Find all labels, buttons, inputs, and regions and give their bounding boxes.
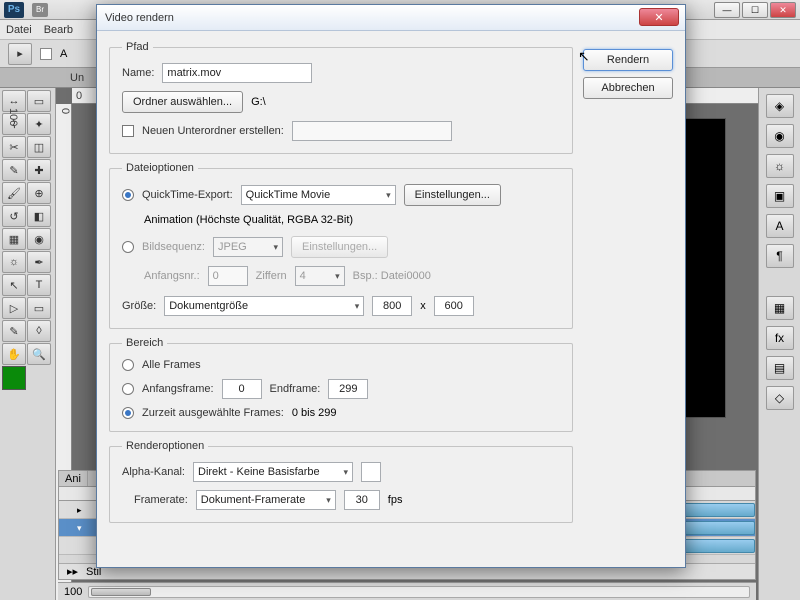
blur-tool-icon[interactable]: ◉: [27, 228, 51, 250]
start-frame-radio[interactable]: [122, 383, 134, 395]
choose-folder-button[interactable]: Ordner auswählen...: [122, 91, 243, 113]
channels-panel-icon[interactable]: ▤: [766, 356, 794, 380]
alpha-label: Alpha-Kanal:: [122, 466, 185, 478]
current-frames-radio[interactable]: [122, 407, 134, 419]
start-frame-label: Anfangsframe:: [142, 383, 214, 395]
render-button[interactable]: Rendern: [583, 49, 673, 71]
all-frames-label: Alle Frames: [142, 359, 201, 371]
zoom-level: 100: [64, 586, 82, 598]
zoom-tool-icon[interactable]: 🔍: [27, 343, 51, 365]
timeline-tab[interactable]: Ani: [59, 471, 88, 486]
size-select[interactable]: Dokumentgröße: [164, 296, 364, 316]
width-input[interactable]: [372, 296, 412, 316]
tool-indicator-icon: ▸: [8, 43, 32, 65]
dialog-title: Video rendern: [105, 12, 174, 24]
pen-tool-icon[interactable]: ✒: [27, 251, 51, 273]
start-number-label: Anfangsnr.:: [144, 270, 200, 282]
subfolder-checkbox[interactable]: [122, 125, 134, 137]
document-tab[interactable]: Un: [70, 72, 84, 84]
cancel-button[interactable]: Abbrechen: [583, 77, 673, 99]
maximize-button[interactable]: ☐: [742, 2, 768, 18]
start-number-input: [208, 266, 248, 286]
range-group: Bereich Alle Frames Anfangsframe: Endfra…: [109, 337, 573, 432]
status-bar: 100: [58, 582, 756, 600]
digits-label: Ziffern: [256, 270, 287, 282]
close-button[interactable]: ✕: [770, 2, 796, 18]
x-separator: x: [420, 300, 426, 312]
wand-tool-icon[interactable]: ✦: [27, 113, 51, 135]
dialog-titlebar[interactable]: Video rendern ✕: [97, 5, 685, 31]
ps-logo-icon: Ps: [4, 2, 24, 18]
layers-panel-icon[interactable]: ◈: [766, 94, 794, 118]
name-input[interactable]: [162, 63, 312, 83]
paths-panel-icon[interactable]: ◇: [766, 386, 794, 410]
sequence-radio[interactable]: [122, 241, 134, 253]
current-frames-value: 0 bis 299: [292, 407, 337, 419]
horizontal-scrollbar[interactable]: [88, 586, 750, 598]
size-label: Größe:: [122, 300, 156, 312]
dialog-close-button[interactable]: ✕: [639, 8, 679, 26]
quicktime-label: QuickTime-Export:: [142, 189, 233, 201]
current-frames-label: Zurzeit ausgewählte Frames:: [142, 407, 284, 419]
alpha-select[interactable]: Direkt - Keine Basisfarbe: [193, 462, 353, 482]
file-options-legend: Dateioptionen: [122, 162, 198, 174]
minimize-button[interactable]: —: [714, 2, 740, 18]
sequence-label: Bildsequenz:: [142, 241, 205, 253]
end-frame-label: Endframe:: [270, 383, 321, 395]
end-frame-input[interactable]: [328, 379, 368, 399]
stamp-tool-icon[interactable]: ⊕: [27, 182, 51, 204]
subfolder-label: Neuen Unterordner erstellen:: [142, 125, 284, 137]
digits-select: 4: [295, 266, 345, 286]
alpha-color-swatch[interactable]: [361, 462, 381, 482]
framerate-label: Framerate:: [122, 494, 188, 506]
eraser-tool-icon[interactable]: ◧: [27, 205, 51, 227]
quicktime-radio[interactable]: [122, 189, 134, 201]
quicktime-info: Animation (Höchste Qualität, RGBA 32-Bit…: [144, 214, 353, 226]
menu-edit[interactable]: Bearb: [44, 24, 73, 36]
file-options-group: Dateioptionen QuickTime-Export: QuickTim…: [109, 162, 573, 329]
example-label: Bsp.: Datei0000: [353, 270, 431, 282]
framerate-input[interactable]: [344, 490, 380, 510]
name-label: Name:: [122, 67, 154, 79]
path-group: Pfad Name: Ordner auswählen... G:\ Neuen…: [109, 41, 573, 154]
color-panel-icon[interactable]: ◉: [766, 124, 794, 148]
heal-tool-icon[interactable]: ✚: [27, 159, 51, 181]
type-tool-icon[interactable]: T: [27, 274, 51, 296]
option-label: A: [60, 48, 67, 60]
height-input[interactable]: [434, 296, 474, 316]
all-frames-radio[interactable]: [122, 359, 134, 371]
bridge-icon: Br: [32, 3, 48, 17]
window-buttons: — ☐ ✕: [714, 2, 796, 18]
folder-path: G:\: [251, 96, 266, 108]
subfolder-input: [292, 121, 452, 141]
framerate-select[interactable]: Dokument-Framerate: [196, 490, 336, 510]
quicktime-settings-button[interactable]: Einstellungen...: [404, 184, 501, 206]
sequence-format-select: JPEG: [213, 237, 283, 257]
play-icon[interactable]: ▸▸: [67, 565, 78, 578]
slice-tool-icon[interactable]: ◫: [27, 136, 51, 158]
styles-panel-icon[interactable]: fx: [766, 326, 794, 350]
menu-file[interactable]: Datei: [6, 24, 32, 36]
marquee-tool-icon[interactable]: ▭: [27, 90, 51, 112]
para-panel-icon[interactable]: ¶: [766, 244, 794, 268]
3d-tool-icon[interactable]: ◊: [27, 320, 51, 342]
char-panel-icon[interactable]: A: [766, 214, 794, 238]
shape-tool-icon[interactable]: ▭: [27, 297, 51, 319]
range-legend: Bereich: [122, 337, 167, 349]
start-frame-input[interactable]: [222, 379, 262, 399]
sequence-settings-button: Einstellungen...: [291, 236, 388, 258]
render-options-group: Renderoptionen Alpha-Kanal: Direkt - Kei…: [109, 440, 573, 523]
video-render-dialog: Video rendern ✕ Pfad Name: Ordner auswäh…: [96, 4, 686, 568]
mask-panel-icon[interactable]: ▣: [766, 184, 794, 208]
right-panel-dock: ◈ ◉ ☼ ▣ A ¶ ▦ fx ▤ ◇: [758, 88, 800, 600]
swatches-panel-icon[interactable]: ▦: [766, 296, 794, 320]
option-checkbox[interactable]: [40, 48, 52, 60]
fps-label: fps: [388, 494, 403, 506]
render-options-legend: Renderoptionen: [122, 440, 208, 452]
adjust-panel-icon[interactable]: ☼: [766, 154, 794, 178]
quicktime-format-select[interactable]: QuickTime Movie: [241, 185, 396, 205]
path-legend: Pfad: [122, 41, 153, 53]
